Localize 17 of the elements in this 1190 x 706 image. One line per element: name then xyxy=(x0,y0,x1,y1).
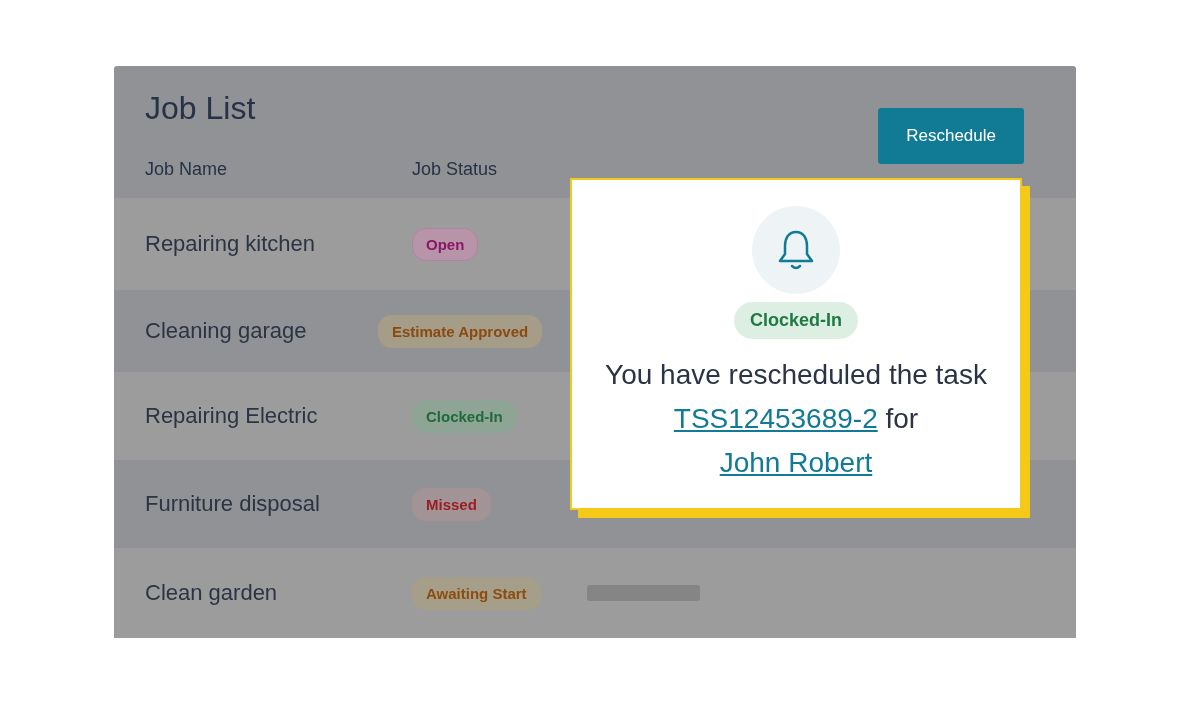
status-badge: Awaiting Start xyxy=(412,576,541,610)
status-badge: Estimate Approved xyxy=(378,314,543,348)
job-name: Repairing kitchen xyxy=(145,231,316,257)
reschedule-button[interactable]: Reschedule xyxy=(878,108,1024,164)
column-header: Job Status xyxy=(412,159,499,180)
reschedule-message: You have rescheduled the task TSS12453689-2 for John Robert xyxy=(604,358,988,480)
job-name: Repairing Electric xyxy=(145,403,319,429)
status-badge: Clocked-In xyxy=(412,399,517,433)
column-header: Job Name xyxy=(145,159,229,180)
status-badge: Missed xyxy=(412,487,491,521)
person-link[interactable]: John Robert xyxy=(719,447,873,478)
page-title: Job List xyxy=(145,90,257,128)
task-link[interactable]: TSS12453689-2 xyxy=(673,403,878,434)
job-name: Clean garden xyxy=(145,580,279,606)
job-name: Furniture disposal xyxy=(145,491,321,517)
status-badge: Open xyxy=(412,227,479,261)
status-badge: Clocked-In xyxy=(734,302,858,339)
